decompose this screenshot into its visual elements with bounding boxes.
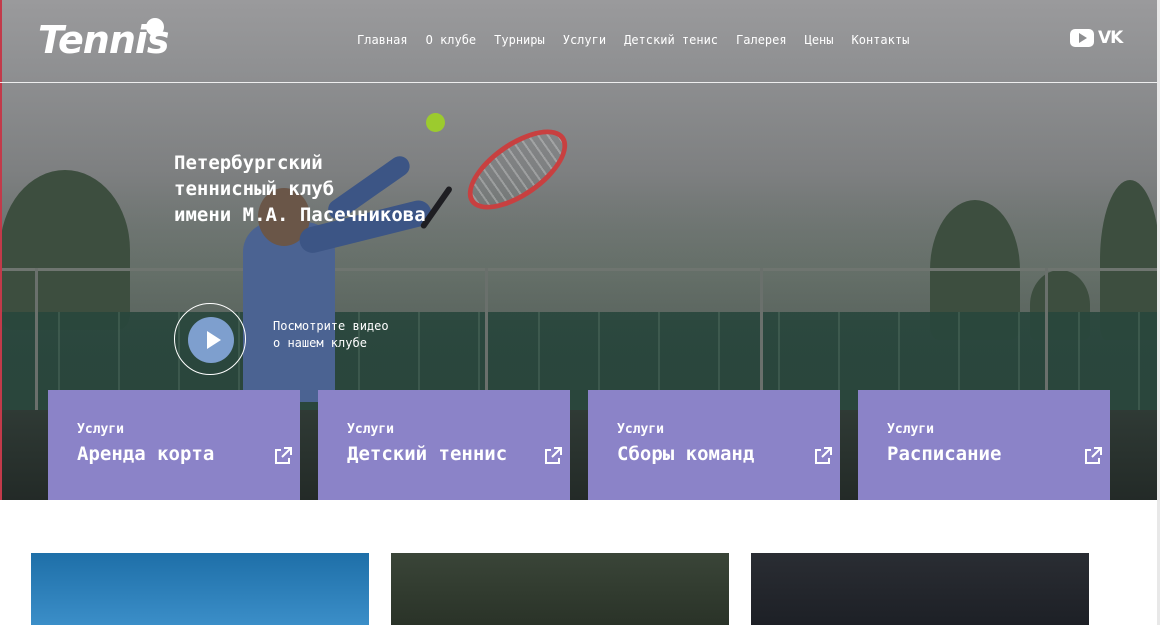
vk-icon[interactable]: VK: [1098, 28, 1123, 48]
hero-fence-post: [35, 268, 38, 418]
gallery-thumbnail[interactable]: [751, 553, 1089, 625]
youtube-icon[interactable]: [1070, 29, 1094, 47]
video-caption-line: Посмотрите видео: [273, 319, 389, 333]
nav-item-tournaments[interactable]: Турниры: [494, 33, 545, 47]
video-caption-line: о нашем клубе: [273, 336, 367, 350]
nav-item-prices[interactable]: Цены: [805, 33, 834, 47]
nav-item-gallery[interactable]: Галерея: [736, 33, 787, 47]
card-title: Детский теннис: [347, 443, 508, 465]
hero-title-line: Петербургский: [174, 152, 323, 174]
play-icon[interactable]: [188, 317, 234, 363]
site-header: Tennis Главная О клубе Турниры Услуги Де…: [0, 0, 1160, 83]
card-kicker: Услуги: [617, 422, 664, 437]
gallery-thumbnail[interactable]: [391, 553, 729, 625]
main-nav: Главная О клубе Турниры Услуги Детский т…: [357, 33, 909, 47]
gallery-thumbnail[interactable]: [31, 553, 369, 625]
hero-title-line: теннисный клуб: [174, 178, 335, 200]
nav-item-services[interactable]: Услуги: [563, 33, 606, 47]
service-card-kids-tennis[interactable]: Услуги Детский теннис: [318, 390, 570, 500]
hero-title: Петербургский теннисный клуб имени М.А. …: [174, 150, 474, 228]
external-link-icon: [1085, 447, 1102, 464]
service-card-court-rental[interactable]: Услуги Аренда корта: [48, 390, 300, 500]
external-link-icon: [545, 447, 562, 464]
nav-item-home[interactable]: Главная: [357, 33, 408, 47]
service-card-team-camps[interactable]: Услуги Сборы команд: [588, 390, 840, 500]
tennis-ball: [426, 113, 445, 132]
hero-tree: [0, 170, 130, 330]
hero-title-line: имени М.А. Пасечникова: [174, 204, 426, 226]
hero-fence-rail: [0, 268, 1160, 271]
card-title: Сборы команд: [617, 443, 755, 465]
external-link-icon: [815, 447, 832, 464]
card-title: Аренда корта: [77, 443, 215, 465]
card-kicker: Услуги: [347, 422, 394, 437]
service-cards: Услуги Аренда корта Услуги Детский тенни…: [48, 390, 1110, 500]
external-link-icon: [275, 447, 292, 464]
nav-item-about[interactable]: О клубе: [426, 33, 477, 47]
card-kicker: Услуги: [77, 422, 124, 437]
social-links: VK: [1070, 28, 1123, 48]
logo-ball-icon: [146, 18, 164, 36]
nav-item-kids-tennis[interactable]: Детский тенис: [624, 33, 718, 47]
service-card-schedule[interactable]: Услуги Расписание: [858, 390, 1110, 500]
nav-item-contacts[interactable]: Контакты: [852, 33, 910, 47]
gallery-thumbnails: [31, 553, 1089, 625]
video-caption[interactable]: Посмотрите видео о нашем клубе: [273, 318, 389, 352]
card-kicker: Услуги: [887, 422, 934, 437]
card-title: Расписание: [887, 443, 1002, 465]
